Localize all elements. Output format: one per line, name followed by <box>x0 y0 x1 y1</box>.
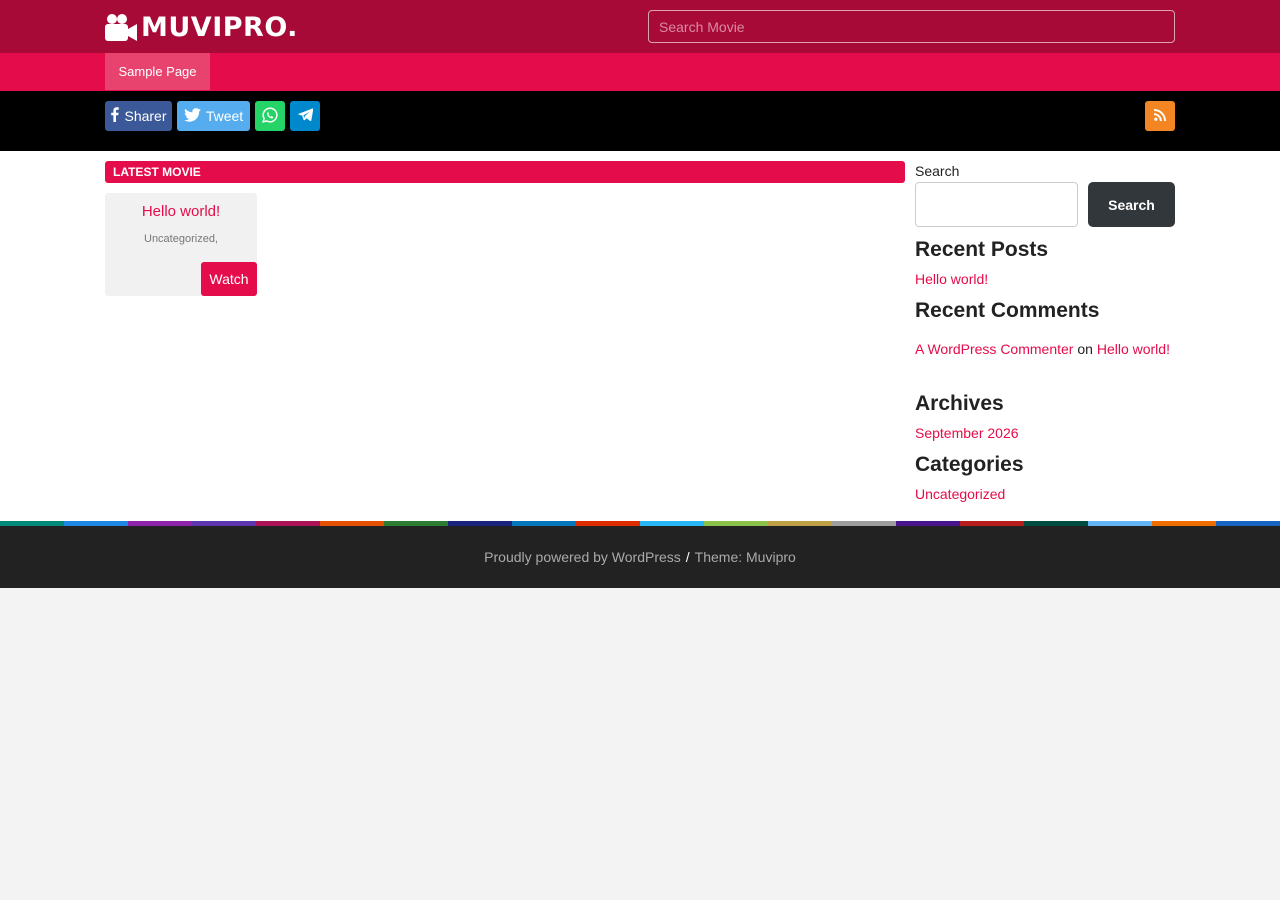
facebook-icon <box>110 107 120 125</box>
search-movie-input[interactable] <box>648 10 1175 43</box>
stripe-segment <box>960 521 1024 526</box>
recent-post-link[interactable]: Hello world! <box>915 271 988 287</box>
facebook-share-button[interactable]: Sharer <box>105 101 172 131</box>
stripe-segment <box>1152 521 1216 526</box>
archives-heading: Archives <box>915 392 1004 415</box>
sidebar-search-button[interactable]: Search <box>1088 182 1175 227</box>
stripe-segment <box>128 521 192 526</box>
stripe-segment <box>384 521 448 526</box>
share-bar: Sharer Tweet <box>0 91 1280 151</box>
telegram-icon <box>297 108 313 124</box>
facebook-share-label: Sharer <box>124 108 167 124</box>
comment-on-text: on <box>1077 341 1093 357</box>
recent-comment-item: A WordPress Commenter on Hello world! <box>915 341 1170 357</box>
logo-text: MUVIPRO. <box>141 12 298 43</box>
categories-heading: Categories <box>915 453 1024 476</box>
rss-button[interactable] <box>1145 101 1175 131</box>
recent-comments-heading: Recent Comments <box>915 299 1100 322</box>
twitter-icon <box>183 107 201 125</box>
main-content: LATEST MOVIE Hello world! Uncategorized,… <box>0 151 1280 521</box>
telegram-share-button[interactable] <box>290 101 320 131</box>
archive-link[interactable]: September 2026 <box>915 425 1019 441</box>
site-logo[interactable]: MUVIPRO. <box>105 11 298 45</box>
stripe-segment <box>1024 521 1088 526</box>
movie-category: Uncategorized, <box>144 233 218 245</box>
movie-card: Hello world! Uncategorized, Watch <box>105 193 257 296</box>
stripe-segment <box>512 521 576 526</box>
recent-posts-heading: Recent Posts <box>915 238 1049 261</box>
stripe-segment <box>896 521 960 526</box>
stripe-segment <box>832 521 896 526</box>
main-navigation: Sample Page <box>0 53 1280 91</box>
site-header: MUVIPRO. <box>0 0 1280 53</box>
stripe-segment <box>704 521 768 526</box>
stripe-segment <box>192 521 256 526</box>
stripe-segment <box>1216 521 1280 526</box>
nav-item-sample-page[interactable]: Sample Page <box>105 53 210 90</box>
latest-movie-heading: LATEST MOVIE <box>105 161 905 183</box>
stripe-segment <box>576 521 640 526</box>
whatsapp-icon <box>262 106 278 126</box>
theme-link[interactable]: Theme: Muvipro <box>695 549 796 565</box>
comment-author-link[interactable]: A WordPress Commenter <box>915 341 1073 357</box>
watch-button[interactable]: Watch <box>201 262 257 296</box>
twitter-share-label: Tweet <box>205 108 244 124</box>
sidebar-search-input[interactable] <box>915 182 1078 227</box>
powered-by-link[interactable]: Proudly powered by WordPress <box>484 549 681 565</box>
stripe-segment <box>448 521 512 526</box>
footer-color-stripe <box>0 521 1280 526</box>
footer-separator: / <box>685 549 690 565</box>
stripe-segment <box>640 521 704 526</box>
stripe-segment <box>768 521 832 526</box>
stripe-segment <box>64 521 128 526</box>
stripe-segment <box>1088 521 1152 526</box>
category-link[interactable]: Uncategorized <box>915 486 1005 502</box>
stripe-segment <box>256 521 320 526</box>
rss-icon <box>1154 108 1166 124</box>
twitter-share-button[interactable]: Tweet <box>177 101 250 131</box>
video-camera-icon <box>105 13 137 43</box>
sidebar-search-label: Search <box>915 163 960 179</box>
comment-post-link[interactable]: Hello world! <box>1097 341 1170 357</box>
stripe-segment <box>320 521 384 526</box>
whatsapp-share-button[interactable] <box>255 101 285 131</box>
movie-title-link[interactable]: Hello world! <box>105 203 257 220</box>
site-footer: Proudly powered by WordPress / Theme: Mu… <box>0 526 1280 588</box>
stripe-segment <box>0 521 64 526</box>
